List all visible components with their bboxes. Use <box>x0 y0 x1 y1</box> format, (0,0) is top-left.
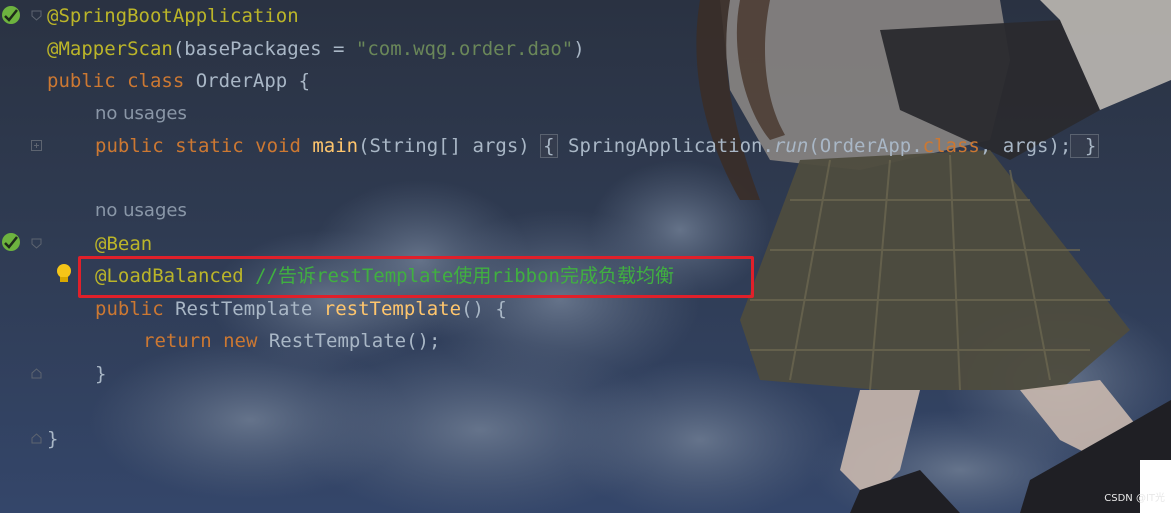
code-line-2: @MapperScan(basePackages = "com.wqg.orde… <box>47 33 585 65</box>
method-call: run <box>773 135 809 157</box>
annotation: @MapperScan <box>47 38 173 60</box>
code-text: (basePackages = <box>172 38 356 60</box>
folded-brace[interactable]: { <box>540 134 558 158</box>
code-text: () { <box>461 298 507 320</box>
code-line-main: public static void main(String[] args) {… <box>95 130 1100 162</box>
code-line-return: return new RestTemplate(); <box>143 325 440 357</box>
code-text: , args); <box>979 135 1072 157</box>
code-text: (String[] args) <box>358 135 542 157</box>
folded-brace[interactable]: } <box>1070 134 1100 158</box>
code-text: ) <box>573 38 585 60</box>
usage-hint[interactable]: no usages <box>95 195 187 227</box>
keyword: public class <box>47 70 196 92</box>
watermark: CSDN @IT光 <box>1104 493 1165 504</box>
code-line-close-class: } <box>47 423 58 455</box>
keyword: public static void <box>95 135 313 157</box>
code-text: SpringApplication. <box>556 135 774 157</box>
string-literal: "com.wqg.order.dao" <box>355 38 574 60</box>
code-line-close-method: } <box>95 358 106 390</box>
keyword: return new <box>143 330 269 352</box>
method-name: main <box>312 135 359 157</box>
code-text: (OrderApp. <box>808 135 923 157</box>
code-line-1: @SpringBootApplication <box>47 0 299 32</box>
keyword: class <box>922 135 980 157</box>
closing-brace: } <box>47 428 59 450</box>
highlight-box <box>78 256 754 298</box>
annotation: @Bean <box>95 233 153 255</box>
code-text: RestTemplate(); <box>268 330 441 352</box>
method-name: restTemplate <box>323 298 462 320</box>
keyword: public <box>95 298 176 320</box>
class-name: OrderApp { <box>195 70 311 92</box>
usage-hint[interactable]: no usages <box>95 98 187 130</box>
closing-brace: } <box>95 363 107 385</box>
type-name: RestTemplate <box>175 298 324 320</box>
code-line-3: public class OrderApp { <box>47 65 310 97</box>
annotation: @SpringBootApplication <box>47 5 299 27</box>
